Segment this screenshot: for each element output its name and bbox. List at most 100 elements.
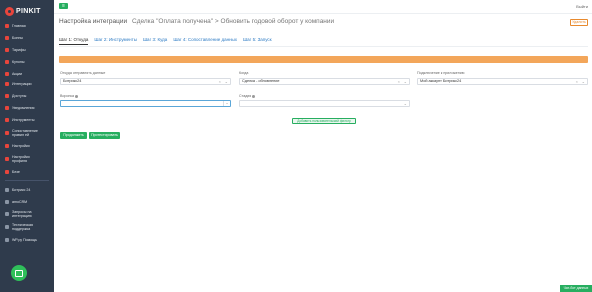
sidebar-item-label-line2: интеграцию — [12, 214, 32, 218]
megaphone-icon — [5, 72, 9, 76]
event-label: Когда — [239, 71, 249, 75]
tab-step-4[interactable]: Шаг 4: Сопоставление данных — [173, 37, 237, 45]
sidebar-item-tariffs[interactable]: Тарифы — [5, 46, 26, 54]
chat-icon[interactable] — [11, 265, 27, 281]
stage-label-text: Стадия — [239, 94, 252, 98]
topbar-divider — [54, 13, 592, 14]
sidebar-item-label: Уведомления — [12, 106, 35, 110]
connection-label: Подключение к приложению — [417, 71, 465, 75]
funnel-label-text: Воронка — [60, 94, 75, 98]
sidebar-item-base[interactable]: Безе — [5, 168, 20, 176]
sidebar-item-settings[interactable]: Настройки — [5, 142, 30, 150]
key-icon — [5, 94, 9, 98]
sidebar-item-mapping[interactable]: Сопоставление правил ей — [5, 128, 38, 138]
sidebar-item-label-line2: поддержка — [12, 227, 31, 231]
link-icon — [5, 131, 9, 135]
sidebar-item-label: Техническая поддержка — [12, 223, 33, 231]
sidebar-item-help[interactable]: WP.ру Помощь — [5, 236, 37, 244]
support-icon — [5, 225, 9, 229]
sidebar-item-label: Интеграции — [12, 82, 32, 86]
tab-step-5[interactable]: Шаг 5: Запуск — [243, 37, 272, 45]
crm-icon — [5, 200, 9, 204]
stage-label: Стадия — [239, 94, 256, 98]
sidebar-item-label: Запросы на интеграцию — [12, 210, 32, 218]
sidebar-item-bonny[interactable]: Бонны — [5, 34, 23, 42]
grid-icon — [5, 36, 9, 40]
test-button[interactable]: Протестировать — [89, 132, 120, 139]
delete-button[interactable]: Удалить — [570, 19, 588, 26]
clear-icon[interactable]: × — [219, 80, 221, 84]
sidebar-item-label: Настройки профиля — [12, 155, 30, 163]
add-filter-button[interactable]: Добавить пользовательский фильтр — [292, 118, 356, 124]
source-select-value: Битрикс24 — [63, 79, 82, 83]
help-icon[interactable] — [75, 94, 79, 98]
event-select[interactable]: Сделка - обновление × ⌄ — [239, 78, 410, 85]
puzzle-icon — [5, 82, 9, 86]
connection-select-value: Мой аккаунт Битрикс24 — [420, 79, 462, 83]
sidebar-item-label: Тарифы — [12, 48, 26, 52]
tabs-divider — [59, 46, 588, 47]
tab-step-3[interactable]: Шаг 3: Куда — [143, 37, 167, 45]
sidebar-item-coupons[interactable]: Купоны — [5, 58, 24, 66]
sidebar: PINKIT Главная Бонны Тарифы Купоны Акции… — [0, 0, 54, 292]
help-icon[interactable] — [252, 94, 256, 98]
continue-button[interactable]: Продолжить — [60, 132, 87, 139]
sidebar-item-label: Битрикс 24 — [12, 188, 31, 192]
chevron-down-icon: ⌄ — [223, 101, 230, 106]
funnel-label: Воронка — [60, 94, 79, 98]
tab-step-2[interactable]: Шаг 2: Инструменты — [94, 37, 137, 45]
sidebar-item-label-line2: профиля — [12, 159, 27, 163]
logout-link[interactable]: Выйти — [576, 4, 588, 9]
sidebar-item-notifications[interactable]: Уведомления — [5, 104, 34, 112]
logo-text: PINKIT — [16, 7, 41, 15]
logo-icon — [5, 6, 14, 16]
sidebar-item-label: WP.ру Помощь — [12, 238, 37, 242]
page-subtitle: Сделка "Оплата получена" > Обновить годо… — [132, 18, 335, 25]
request-icon — [5, 212, 9, 216]
cloud-icon — [5, 188, 9, 192]
tab-step-1[interactable]: Шаг 1: Откуда — [59, 37, 89, 45]
sidebar-item-label: amoCRM — [12, 200, 28, 204]
sidebar-item-bitrix24[interactable]: Битрикс 24 — [5, 186, 30, 194]
source-select[interactable]: Битрикс24 × ⌄ — [60, 78, 231, 85]
chevron-down-icon: ⌄ — [581, 79, 585, 84]
chevron-down-icon: ⌄ — [403, 79, 407, 84]
funnel-select[interactable]: ⌄ — [60, 100, 231, 107]
sidebar-item-label: Акции — [12, 72, 23, 76]
sidebar-item-integration-requests[interactable]: Запросы на интеграцию — [5, 209, 32, 219]
sidebar-item-label: Главная — [12, 24, 26, 28]
sidebar-item-label: Купоны — [12, 60, 25, 64]
shield-icon — [5, 170, 9, 174]
home-icon — [5, 24, 9, 28]
sidebar-item-integrations[interactable]: Интеграции — [5, 80, 32, 88]
stage-select[interactable]: ⌄ — [239, 100, 410, 107]
logo[interactable]: PINKIT — [5, 6, 41, 16]
page-title: Настройка интеграции — [59, 18, 128, 25]
sidebar-item-label: Бонны — [12, 36, 23, 40]
menu-toggle-button[interactable]: ≡ — [59, 3, 68, 9]
source-label: Откуда отправлять данные — [60, 71, 106, 75]
gear-icon — [5, 144, 9, 148]
sidebar-item-tools[interactable]: Инструменты — [5, 116, 34, 124]
sidebar-item-label-line2: правил ей — [12, 133, 29, 137]
sidebar-item-home[interactable]: Главная — [5, 22, 26, 30]
connection-select[interactable]: Мой аккаунт Битрикс24 × ⌄ — [417, 78, 588, 85]
sidebar-item-label: Настройки — [12, 144, 30, 148]
sidebar-item-access[interactable]: Доступы — [5, 92, 26, 100]
chatbot-badge[interactable]: Чат-бот данных — [560, 285, 592, 292]
event-select-value: Сделка - обновление — [242, 79, 280, 83]
clear-icon[interactable]: × — [576, 80, 578, 84]
wrench-icon — [5, 118, 9, 122]
warning-banner — [59, 56, 588, 63]
sidebar-item-support[interactable]: Техническая поддержка — [5, 222, 33, 232]
sidebar-item-promos[interactable]: Акции — [5, 70, 22, 78]
user-icon — [5, 157, 9, 161]
sidebar-divider — [5, 180, 49, 181]
sidebar-item-profile[interactable]: Настройки профиля — [5, 154, 30, 164]
help-icon — [5, 238, 9, 242]
sidebar-item-label: Безе — [12, 170, 20, 174]
bell-icon — [5, 106, 9, 110]
clear-icon[interactable]: × — [398, 80, 400, 84]
sidebar-item-amocrm[interactable]: amoCRM — [5, 198, 27, 206]
sidebar-item-label: Сопоставление правил ей — [12, 129, 38, 137]
